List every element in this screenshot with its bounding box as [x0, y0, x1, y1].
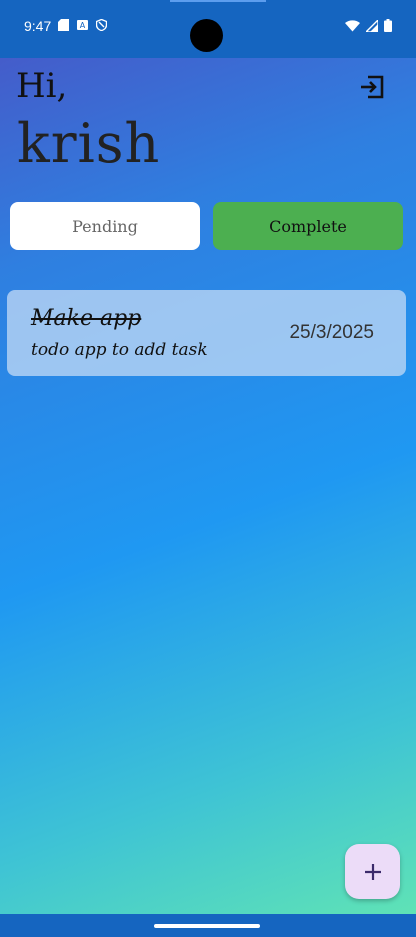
- keyboard-icon: A: [77, 20, 88, 30]
- wifi-icon: [345, 19, 360, 31]
- add-task-button[interactable]: [345, 844, 400, 899]
- username-text: krish: [17, 112, 161, 175]
- sd-card-icon: [58, 19, 69, 31]
- camera-cutout: [190, 19, 223, 52]
- status-icons-left: A: [58, 19, 107, 31]
- tab-complete[interactable]: Complete: [213, 202, 403, 250]
- logout-icon[interactable]: [358, 73, 386, 101]
- task-card[interactable]: Make app todo app to add task 25/3/2025: [7, 290, 406, 376]
- tab-pending[interactable]: Pending: [10, 202, 200, 250]
- signal-icon: [366, 19, 378, 32]
- status-icons-right: [345, 19, 392, 32]
- greeting-text: Hi,: [16, 66, 68, 106]
- task-date: 25/3/2025: [289, 322, 374, 343]
- status-accent-line: [170, 0, 266, 2]
- task-title: Make app: [31, 306, 142, 331]
- task-description: todo app to add task: [31, 340, 208, 360]
- battery-icon: [384, 19, 392, 32]
- tab-pending-label: Pending: [72, 216, 138, 236]
- shield-icon: [96, 19, 107, 31]
- status-time: 9:47: [24, 18, 52, 34]
- status-bar: 9:47 A: [0, 0, 416, 58]
- navigation-bar: [0, 914, 416, 937]
- home-indicator[interactable]: [154, 924, 260, 928]
- tab-complete-label: Complete: [269, 216, 347, 236]
- plus-icon: [364, 863, 381, 880]
- svg-text:A: A: [80, 21, 86, 30]
